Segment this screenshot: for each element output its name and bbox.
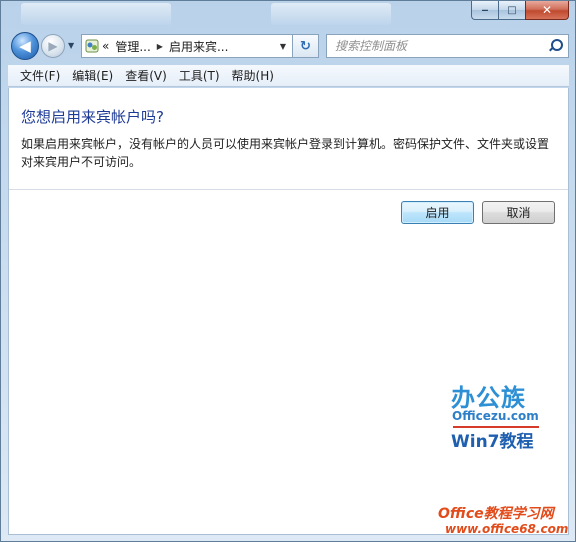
watermark-domain: Officezu.com [452,409,539,423]
title-bar: ‒ □ ✕ [1,1,575,27]
back-button[interactable]: ◀ [11,32,39,60]
address-bar[interactable]: « 管理... ▶ 启用来宾... ▼ [81,34,293,58]
cancel-button[interactable]: 取消 [482,201,555,224]
close-button[interactable]: ✕ [525,1,569,20]
menu-file[interactable]: 文件(F) [14,66,66,86]
watermark-site-url: www.office68.com [445,522,569,536]
breadcrumb-separator-icon[interactable]: ▶ [157,42,163,51]
search-box[interactable] [326,34,569,58]
search-icon[interactable] [548,39,563,53]
maximize-button[interactable]: □ [498,1,525,20]
recent-pages-dropdown[interactable]: ▼ [68,41,74,50]
watermark-course: Win7教程 [451,432,534,452]
menu-view[interactable]: 查看(V) [119,66,173,86]
content-pane: 您想启用来宾帐户吗? 如果启用来宾帐户，没有帐户的人员可以使用来宾帐户登录到计算… [8,88,569,535]
divider [9,189,568,190]
watermark-site-title: Office教程学习网 [438,506,554,522]
refresh-button[interactable]: ↻ [293,34,319,58]
search-input[interactable] [335,39,535,53]
page-title: 您想启用来宾帐户吗? [21,108,164,126]
forward-button[interactable]: ▶ [41,34,65,58]
address-dropdown-icon[interactable]: ▼ [274,35,292,57]
title-blur-right [271,3,391,25]
window-controls: ‒ □ ✕ [471,1,569,21]
menu-edit[interactable]: 编辑(E) [66,66,119,86]
breadcrumb-enable-guest[interactable]: 启用来宾... [169,38,228,55]
navigation-bar: ◀ ▶ ▼ « 管理... ▶ 启用来宾... ▼ ↻ [1,28,575,62]
description-text: 如果启用来宾帐户，没有帐户的人员可以使用来宾帐户登录到计算机。密码保护文件、文件… [21,137,550,169]
menu-tools[interactable]: 工具(T) [173,66,226,86]
window-frame: ‒ □ ✕ ◀ ▶ ▼ « 管理... ▶ 启用来宾... ▼ ↻ 搜索控制面板… [0,0,576,542]
control-panel-icon [82,35,102,57]
enable-button[interactable]: 启用 [401,201,474,224]
title-blur-left [21,3,171,25]
address-overflow[interactable]: « [102,39,109,53]
minimize-button[interactable]: ‒ [471,1,498,20]
menu-help[interactable]: 帮助(H) [226,66,280,86]
breadcrumb-manage[interactable]: 管理... [115,38,150,55]
menu-bar: 文件(F) 编辑(E) 查看(V) 工具(T) 帮助(H) [8,65,569,87]
watermark-brand: 办公族 [451,384,526,412]
